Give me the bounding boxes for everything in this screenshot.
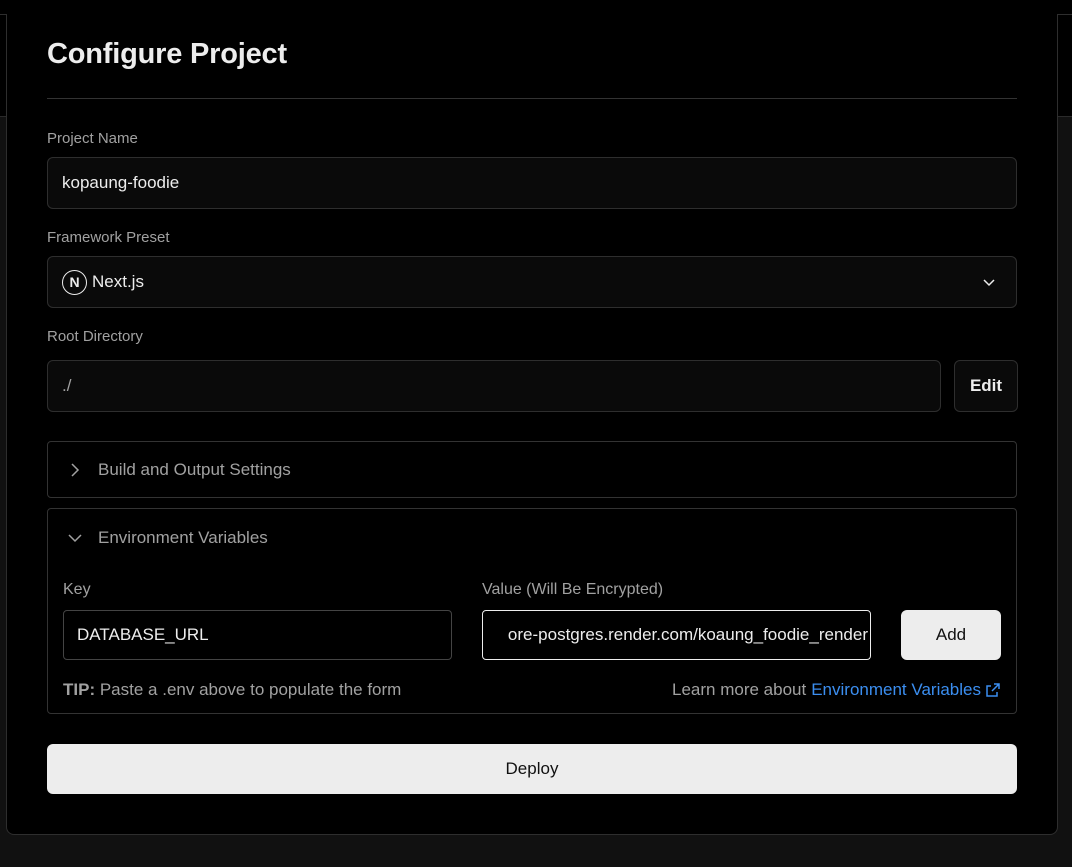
framework-preset-label: Framework Preset <box>47 229 170 246</box>
environment-variables-label: Environment Variables <box>98 528 268 547</box>
environment-variables-link[interactable]: Environment Variables <box>811 680 981 700</box>
deploy-button[interactable]: Deploy <box>47 744 1017 794</box>
learn-more: Learn more about Environment Variables <box>672 680 1001 700</box>
env-value-label: Value (Will Be Encrypted) <box>482 581 664 598</box>
env-key-label: Key <box>63 581 91 598</box>
page-title: Configure Project <box>47 38 287 70</box>
add-env-button[interactable]: Add <box>901 610 1001 660</box>
title-divider <box>47 98 1017 99</box>
framework-preset-value: Next.js <box>92 272 144 291</box>
build-output-settings-toggle[interactable]: Build and Output Settings <box>68 460 291 480</box>
env-value-input[interactable]: ore-postgres.render.com/koaung_foodie_re… <box>482 610 871 660</box>
chevron-down-icon <box>983 279 995 287</box>
project-name-label: Project Name <box>47 130 138 147</box>
root-directory-input[interactable]: ./ <box>47 360 941 412</box>
build-output-settings-section[interactable]: Build and Output Settings <box>47 441 1017 498</box>
project-name-input[interactable]: kopaung-foodie <box>47 157 1017 209</box>
external-link-icon[interactable] <box>985 682 1001 698</box>
nextjs-logo-icon: N <box>62 269 87 295</box>
environment-variables-toggle[interactable]: Environment Variables <box>68 528 268 548</box>
chevron-down-icon <box>68 534 82 543</box>
root-directory-value: ./ <box>62 376 72 395</box>
env-value-value: ore-postgres.render.com/koaung_foodie_re… <box>507 625 868 644</box>
build-output-settings-label: Build and Output Settings <box>98 460 291 479</box>
env-tip: TIP: Paste a .env above to populate the … <box>63 680 401 700</box>
project-name-value: kopaung-foodie <box>62 173 180 192</box>
environment-variables-section: Environment Variables Key Value (Will Be… <box>47 508 1017 714</box>
chevron-right-icon <box>71 463 80 477</box>
tip-prefix: TIP: <box>63 680 96 699</box>
env-key-value: DATABASE_URL <box>77 625 209 644</box>
root-directory-label: Root Directory <box>47 328 143 345</box>
learn-more-text: Learn more about <box>672 680 807 699</box>
tip-text: Paste a .env above to populate the form <box>99 680 402 699</box>
edit-root-directory-button[interactable]: Edit <box>954 360 1018 412</box>
framework-preset-select[interactable]: N Next.js <box>47 256 1017 308</box>
env-key-input[interactable]: DATABASE_URL <box>63 610 452 660</box>
